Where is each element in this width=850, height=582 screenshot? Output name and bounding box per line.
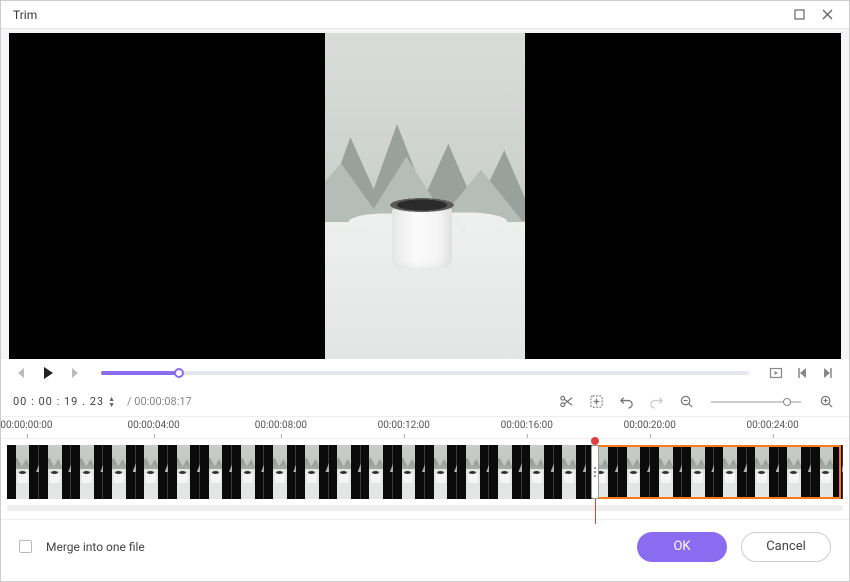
add-segment-button[interactable] [585, 391, 607, 413]
timeline-thumbnail [650, 445, 682, 499]
undo-button[interactable] [615, 391, 637, 413]
ruler-tick: 00:00:24:00 [747, 420, 799, 431]
zoom-out-button[interactable] [675, 391, 697, 413]
ruler-tick: 00:00:00:00 [0, 420, 52, 431]
timeline-thumbnail [522, 445, 554, 499]
close-button[interactable] [813, 1, 841, 29]
cut-button[interactable] [555, 391, 577, 413]
timeline-thumbnail [393, 445, 425, 499]
footer: Merge into one file OK Cancel [1, 519, 849, 573]
trim-window: Trim [0, 0, 850, 582]
undo-icon [619, 394, 634, 409]
progress-knob[interactable] [174, 368, 184, 378]
duration-label: / 00:00:08:17 [127, 395, 192, 408]
window-title: Trim [9, 8, 785, 22]
timeline-track[interactable] [7, 445, 843, 499]
merge-checkbox[interactable] [19, 540, 32, 553]
timeline-thumbnail [747, 445, 779, 499]
playback-bar [1, 359, 849, 387]
timeline-thumbnail [425, 445, 457, 499]
timeline-thumbnail [714, 445, 746, 499]
progress-fill [101, 371, 179, 375]
zoom-slider[interactable] [711, 401, 801, 403]
timecode-toolbar: 00 : 00 : 19 . 23 ▲ ▼ / 00:00:08:17 [1, 387, 849, 417]
prev-frame-button[interactable] [13, 364, 31, 382]
timeline-scrollbar[interactable] [7, 505, 843, 511]
ruler-tick: 00:00:08:00 [255, 420, 307, 431]
timeline-thumbnail [554, 445, 586, 499]
zoom-out-icon [679, 394, 694, 409]
timeline-thumbnail [71, 445, 103, 499]
timeline-thumbnail [39, 445, 71, 499]
maximize-button[interactable] [785, 1, 813, 29]
progress-bar[interactable] [101, 371, 749, 375]
step-down-icon[interactable]: ▼ [108, 402, 115, 408]
timeline-thumbnail [779, 445, 811, 499]
timecode-value: 00 : 00 : 19 . 23 [13, 395, 104, 408]
zoom-in-icon [819, 394, 834, 409]
timeline-thumbnail [264, 445, 296, 499]
ruler-tick: 00:00:04:00 [128, 420, 180, 431]
preview-area [1, 29, 849, 359]
scissors-icon [559, 394, 574, 409]
titlebar: Trim [1, 1, 849, 29]
zoom-knob[interactable] [783, 398, 791, 406]
timeline-track-area [1, 439, 849, 519]
fullscreen-preview-button[interactable] [767, 364, 785, 382]
close-icon [822, 9, 833, 20]
maximize-icon [794, 9, 805, 20]
go-start-button[interactable] [793, 364, 811, 382]
timeline-thumbnail [489, 445, 521, 499]
ruler-tick: 00:00:16:00 [501, 420, 553, 431]
video-frame-portrait [325, 33, 525, 359]
go-end-button[interactable] [819, 364, 837, 382]
redo-icon [649, 394, 664, 409]
video-canvas[interactable] [9, 33, 841, 359]
timeline-thumbnail [103, 445, 135, 499]
timeline-thumbnail [200, 445, 232, 499]
timeline-thumbnail [329, 445, 361, 499]
timeline-thumbnail [7, 445, 39, 499]
timeline-ruler[interactable]: 00:00:00:00 00:00:04:00 00:00:08:00 00:00:1… [1, 417, 849, 439]
timeline-thumbnail [168, 445, 200, 499]
timecode-input[interactable]: 00 : 00 : 19 . 23 ▲ ▼ [13, 395, 115, 408]
timeline-thumbnail [296, 445, 328, 499]
cancel-button[interactable]: Cancel [741, 532, 831, 562]
timeline-thumbnail [361, 445, 393, 499]
timeline-thumbnail [682, 445, 714, 499]
timeline-thumbnail [811, 445, 843, 499]
ruler-tick: 00:00:12:00 [378, 420, 430, 431]
merge-checkbox-label: Merge into one file [46, 540, 145, 554]
timecode-stepper[interactable]: ▲ ▼ [108, 396, 115, 408]
timeline-thumbnail [136, 445, 168, 499]
next-frame-button[interactable] [65, 364, 83, 382]
video-content-mug [386, 198, 464, 268]
ruler-tick: 00:00:20:00 [624, 420, 676, 431]
ok-button[interactable]: OK [637, 532, 727, 562]
trim-handle-left[interactable] [591, 445, 599, 499]
redo-button[interactable] [645, 391, 667, 413]
zoom-in-button[interactable] [815, 391, 837, 413]
play-button[interactable] [39, 364, 57, 382]
timeline-thumbnail [618, 445, 650, 499]
timeline-thumbnail [232, 445, 264, 499]
timeline-thumbnail [457, 445, 489, 499]
add-icon [589, 394, 604, 409]
